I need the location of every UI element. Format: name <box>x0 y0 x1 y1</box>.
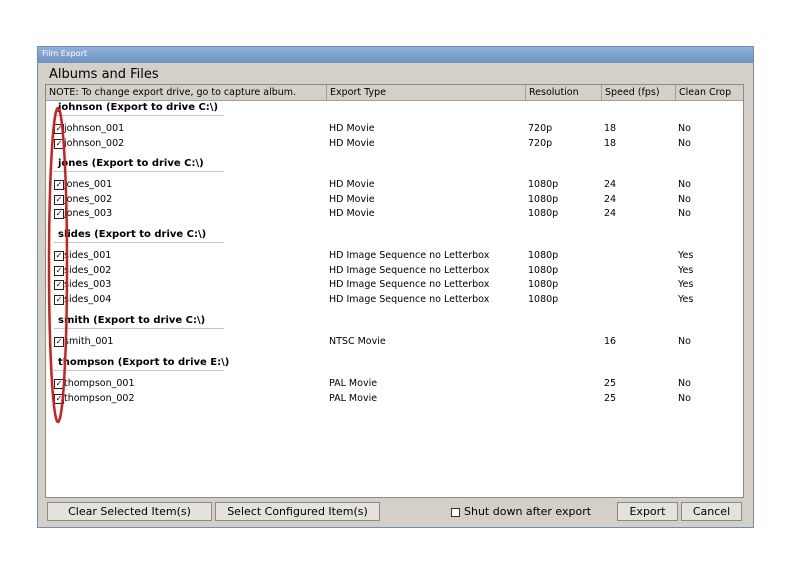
red-annotation-oval <box>47 106 69 424</box>
annotation-overlay <box>47 106 69 424</box>
